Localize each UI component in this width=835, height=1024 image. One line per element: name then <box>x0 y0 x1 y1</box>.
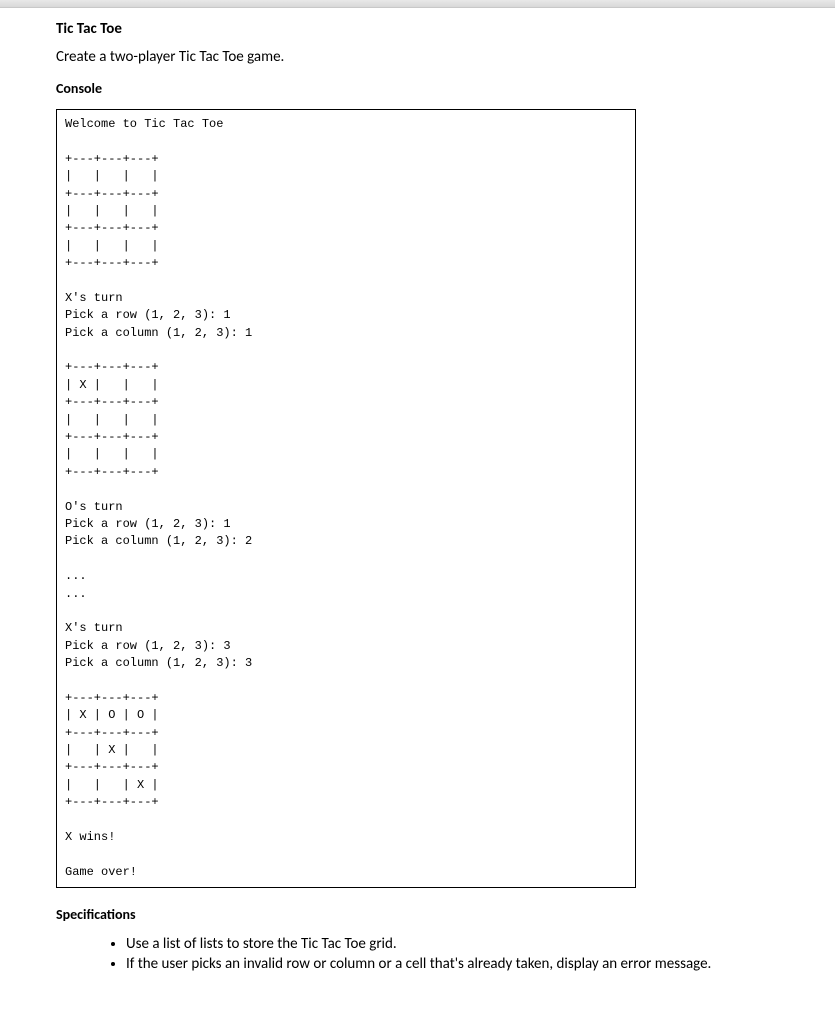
page-description: Create a two-player Tic Tac Toe game. <box>56 48 779 66</box>
document-page: Tic Tac Toe Create a two-player Tic Tac … <box>0 8 835 995</box>
window-top-bar <box>0 0 835 8</box>
list-item: Use a list of lists to store the Tic Tac… <box>126 935 779 953</box>
page-title: Tic Tac Toe <box>56 20 779 38</box>
specifications-list: Use a list of lists to store the Tic Tac… <box>56 935 779 973</box>
list-item: If the user picks an invalid row or colu… <box>126 955 779 973</box>
console-output: Welcome to Tic Tac Toe +---+---+---+ | |… <box>56 109 636 888</box>
console-heading: Console <box>56 80 779 97</box>
specifications-heading: Specifications <box>56 906 779 923</box>
